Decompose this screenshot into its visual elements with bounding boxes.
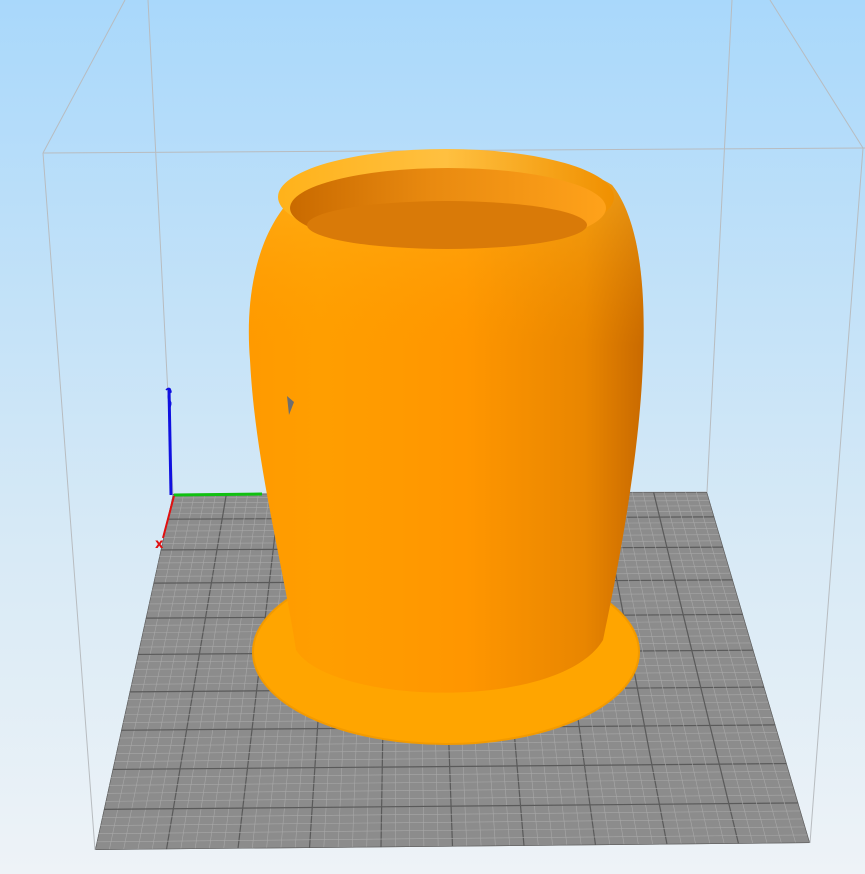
x-axis-label: x xyxy=(155,537,164,552)
y-axis-line xyxy=(173,492,263,497)
3d-viewport[interactable]: x xyxy=(0,0,865,874)
model-inner-floor xyxy=(307,201,587,249)
vase-model[interactable] xyxy=(248,149,644,745)
scene-canvas[interactable]: x xyxy=(0,0,865,874)
